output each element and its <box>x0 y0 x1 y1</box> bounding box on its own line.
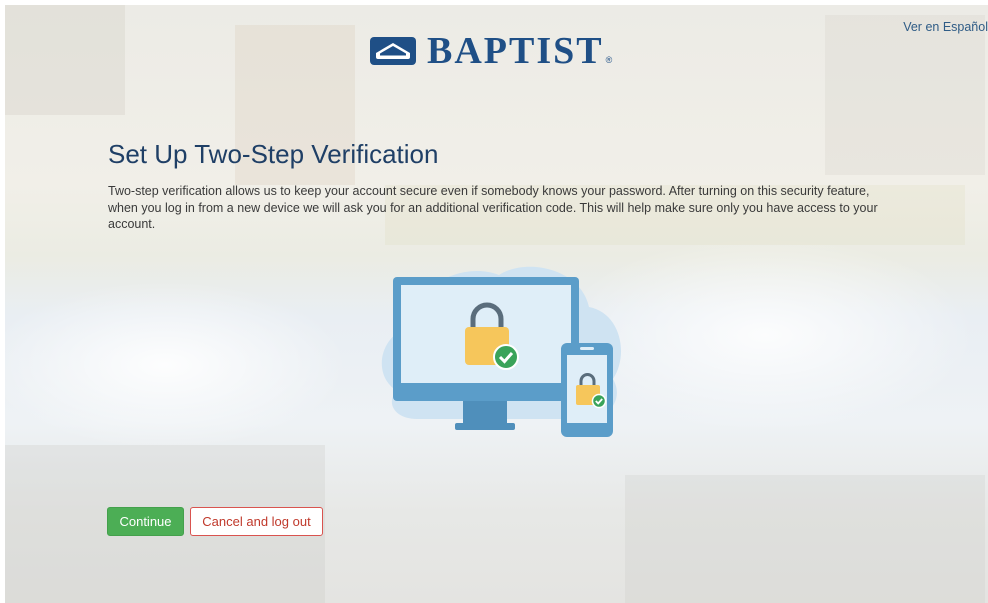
logo-text: BAPTIST <box>427 30 604 72</box>
registered-mark: ® <box>605 55 613 65</box>
continue-button[interactable]: Continue <box>107 507 184 536</box>
baptist-logo: BAPTIST ® <box>369 31 612 71</box>
check-icon <box>493 344 519 370</box>
secure-devices-illustration <box>381 266 621 437</box>
background-building <box>825 15 985 175</box>
baptist-logo-icon <box>370 37 416 65</box>
background-building <box>625 475 985 603</box>
cancel-and-log-out-button[interactable]: Cancel and log out <box>190 507 323 536</box>
background-building <box>5 5 125 115</box>
spanish-language-link[interactable]: Ver en Español <box>903 20 988 34</box>
phone-check-icon <box>591 393 607 409</box>
action-buttons: Continue Cancel and log out <box>107 507 323 536</box>
page-title: Set Up Two-Step Verification <box>108 139 439 169</box>
page-background: Ver en Español BAPTIST ® Set Up Two-Step… <box>5 5 988 603</box>
page-description: Two-step verification allows us to keep … <box>108 184 878 231</box>
